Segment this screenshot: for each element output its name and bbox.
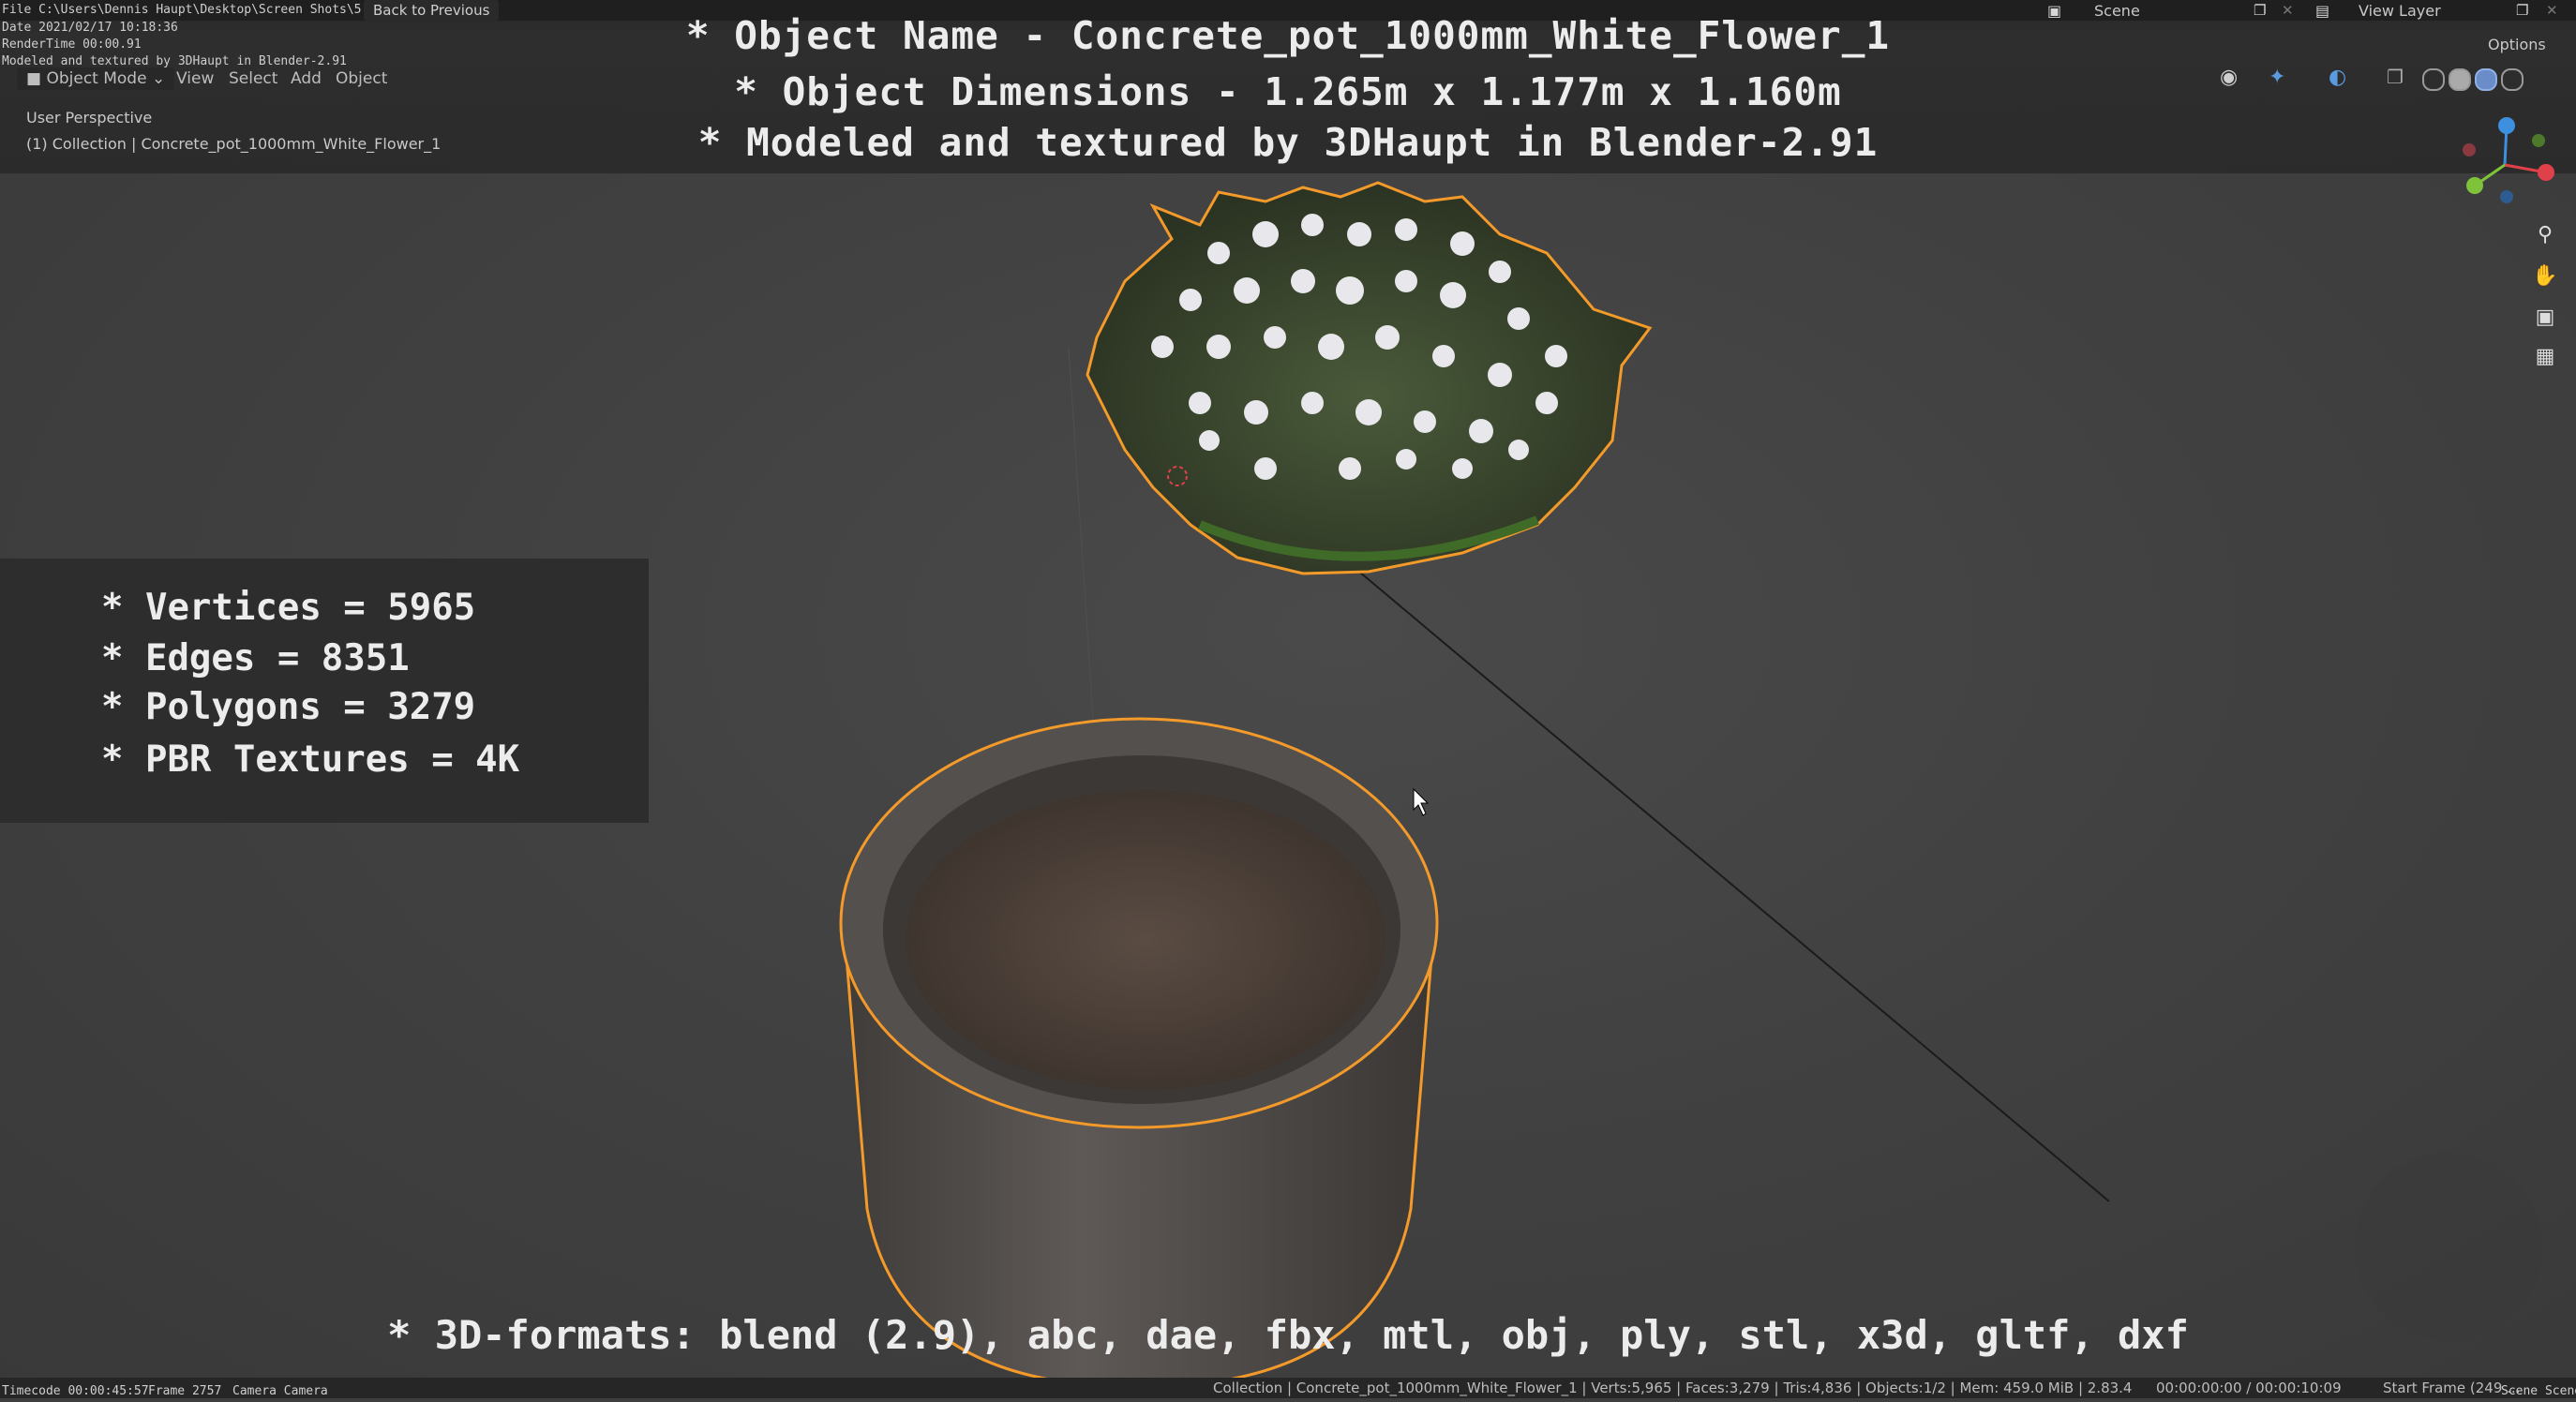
- status-start-frame: Start Frame (249 ...: [2383, 1380, 2521, 1396]
- stat-textures: * PBR Textures = 4K: [101, 738, 520, 781]
- stats-panel: * Vertices = 5965 * Edges = 8351 * Polyg…: [0, 559, 649, 823]
- stat-edges: * Edges = 8351: [101, 637, 410, 679]
- mouse-pointer-icon: [1413, 787, 1430, 816]
- stat-vertices: * Vertices = 5965: [101, 587, 476, 629]
- relationship-line: [1358, 571, 2110, 1202]
- status-bar: Timecode 00:00:45:57 Frame 2757 Camera C…: [0, 1378, 2576, 1398]
- status-scene-stats: Collection | Concrete_pot_1000mm_White_F…: [1213, 1380, 2133, 1396]
- status-camera: Camera Camera: [232, 1384, 328, 1398]
- status-scene-right: Scene Scene: [2501, 1384, 2576, 1398]
- formats-line: * 3D-formats: blend (2.9), abc, dae, fbx…: [387, 1312, 2189, 1358]
- status-frame: Frame 2757: [148, 1384, 222, 1398]
- pot-soil: [906, 790, 1385, 1090]
- status-time-range: 00:00:00:00 / 00:00:10:09: [2156, 1380, 2342, 1396]
- status-timecode: Timecode 00:00:45:57: [2, 1384, 149, 1398]
- stat-polygons: * Polygons = 3279: [101, 686, 476, 728]
